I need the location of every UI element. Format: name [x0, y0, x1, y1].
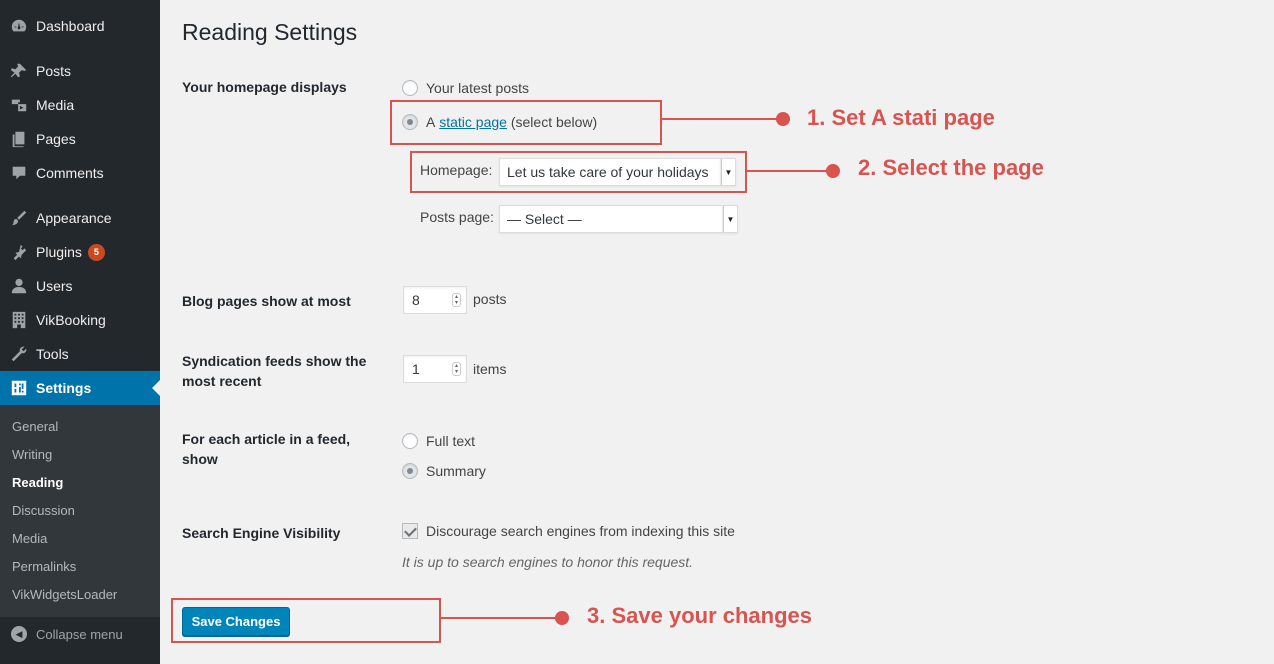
blog-pages-value: 8	[412, 292, 420, 308]
syndication-value: 1	[412, 361, 420, 377]
submenu-discussion[interactable]: Discussion	[12, 503, 75, 518]
discourage-search-option[interactable]: Discourage search engines from indexing …	[402, 523, 735, 539]
submenu-vikwidgetsloader[interactable]: VikWidgetsLoader	[12, 587, 117, 602]
blog-pages-unit: posts	[473, 291, 507, 307]
submenu-writing[interactable]: Writing	[12, 447, 52, 462]
annotation-dot-2	[826, 164, 840, 178]
menu-label: Media	[36, 97, 75, 113]
submenu-reading[interactable]: Reading	[12, 475, 63, 490]
radio-summary[interactable]	[402, 463, 418, 479]
syndication-label: Syndication feeds show the most recent	[182, 353, 367, 389]
pin-icon	[9, 61, 29, 81]
annotation-dot-3	[555, 611, 569, 625]
menu-label: Users	[36, 278, 73, 294]
option-full-text[interactable]: Full text	[402, 433, 475, 449]
comment-icon	[9, 163, 29, 183]
annotation-box-homepage	[410, 151, 747, 193]
menu-item-comments[interactable]: Comments	[0, 156, 160, 190]
collapse-label: Collapse menu	[36, 626, 123, 642]
radio-full-text[interactable]	[402, 433, 418, 449]
pages-icon	[9, 129, 29, 149]
syndication-unit: items	[473, 361, 507, 377]
building-icon	[9, 310, 29, 330]
option-full-text-label: Full text	[426, 433, 476, 449]
annotation-line-2	[747, 170, 833, 172]
discourage-search-checkbox[interactable]	[402, 523, 418, 539]
option-latest-posts-label: Your latest posts	[426, 80, 529, 96]
update-count-badge: 5	[87, 243, 105, 261]
discourage-search-label: Discourage search engines from indexing …	[426, 523, 735, 539]
menu-item-dashboard[interactable]: Dashboard	[0, 9, 160, 43]
settings-icon	[9, 378, 29, 398]
menu-item-media[interactable]: Media	[0, 88, 160, 122]
media-icon	[9, 95, 29, 115]
collapse-menu-button[interactable]: ◀ Collapse menu	[0, 620, 160, 648]
menu-item-vikbooking[interactable]: VikBooking	[0, 303, 160, 337]
menu-item-pages[interactable]: Pages	[0, 122, 160, 156]
annotation-dot-1	[776, 112, 790, 126]
blog-pages-label: Blog pages show at most	[182, 293, 351, 309]
search-visibility-label: Search Engine Visibility	[182, 525, 341, 541]
settings-submenu: General Writing Reading Discussion Media…	[0, 405, 160, 617]
annotation-step-2: 2. Select the page	[858, 155, 1044, 180]
menu-item-plugins[interactable]: Plugins 5	[0, 235, 160, 269]
spinner-icon[interactable]: ▴ ▾	[452, 362, 461, 376]
spinner-icon[interactable]: ▴ ▾	[452, 293, 461, 307]
admin-sidebar: Dashboard Posts Media Pages Comments App…	[0, 0, 160, 664]
dropdown-arrow-icon: ▼	[723, 206, 737, 232]
plugin-icon	[9, 242, 29, 262]
option-summary-label: Summary	[426, 463, 486, 479]
menu-label: Plugins	[36, 244, 82, 260]
submenu-media[interactable]: Media	[12, 531, 47, 546]
collapse-arrow-icon: ◀	[11, 626, 27, 642]
menu-label: Pages	[36, 131, 76, 147]
menu-label: VikBooking	[36, 312, 106, 328]
menu-label: Comments	[36, 165, 104, 181]
radio-latest-posts[interactable]	[402, 80, 418, 96]
annotation-line-1	[662, 118, 782, 120]
search-visibility-description: It is up to search engines to honor this…	[402, 554, 694, 570]
submenu-permalinks[interactable]: Permalinks	[12, 559, 76, 574]
menu-item-settings[interactable]: Settings	[0, 371, 160, 405]
annotation-step-3: 3. Save your changes	[587, 603, 812, 628]
syndication-input[interactable]: 1 ▴ ▾	[403, 355, 467, 383]
blog-pages-input[interactable]: 8 ▴ ▾	[403, 286, 467, 314]
posts-page-select-label: Posts page:	[420, 209, 494, 225]
option-latest-posts[interactable]: Your latest posts	[402, 80, 529, 96]
feed-article-label: For each article in a feed, show	[182, 431, 351, 467]
menu-label: Appearance	[36, 210, 112, 226]
annotation-box-save	[171, 598, 441, 643]
posts-page-select-value: — Select —	[507, 211, 582, 227]
page-title: Reading Settings	[182, 19, 358, 45]
submenu-general[interactable]: General	[12, 419, 58, 434]
dashboard-icon	[9, 16, 29, 36]
option-summary[interactable]: Summary	[402, 463, 486, 479]
user-icon	[9, 276, 29, 296]
brush-icon	[9, 208, 29, 228]
posts-page-select[interactable]: — Select — ▼	[499, 205, 738, 233]
annotation-line-3	[441, 617, 561, 619]
menu-item-posts[interactable]: Posts	[0, 54, 160, 88]
wrench-icon	[9, 344, 29, 364]
homepage-displays-label: Your homepage displays	[182, 79, 347, 95]
menu-item-users[interactable]: Users	[0, 269, 160, 303]
menu-label: Dashboard	[36, 18, 105, 34]
annotation-box-static-page	[390, 100, 662, 145]
annotation-step-1: 1. Set A stati page	[807, 105, 995, 130]
menu-label: Settings	[36, 380, 92, 396]
menu-item-appearance[interactable]: Appearance	[0, 201, 160, 235]
menu-label: Posts	[36, 63, 72, 79]
menu-item-tools[interactable]: Tools	[0, 337, 160, 371]
menu-label: Tools	[36, 346, 69, 362]
